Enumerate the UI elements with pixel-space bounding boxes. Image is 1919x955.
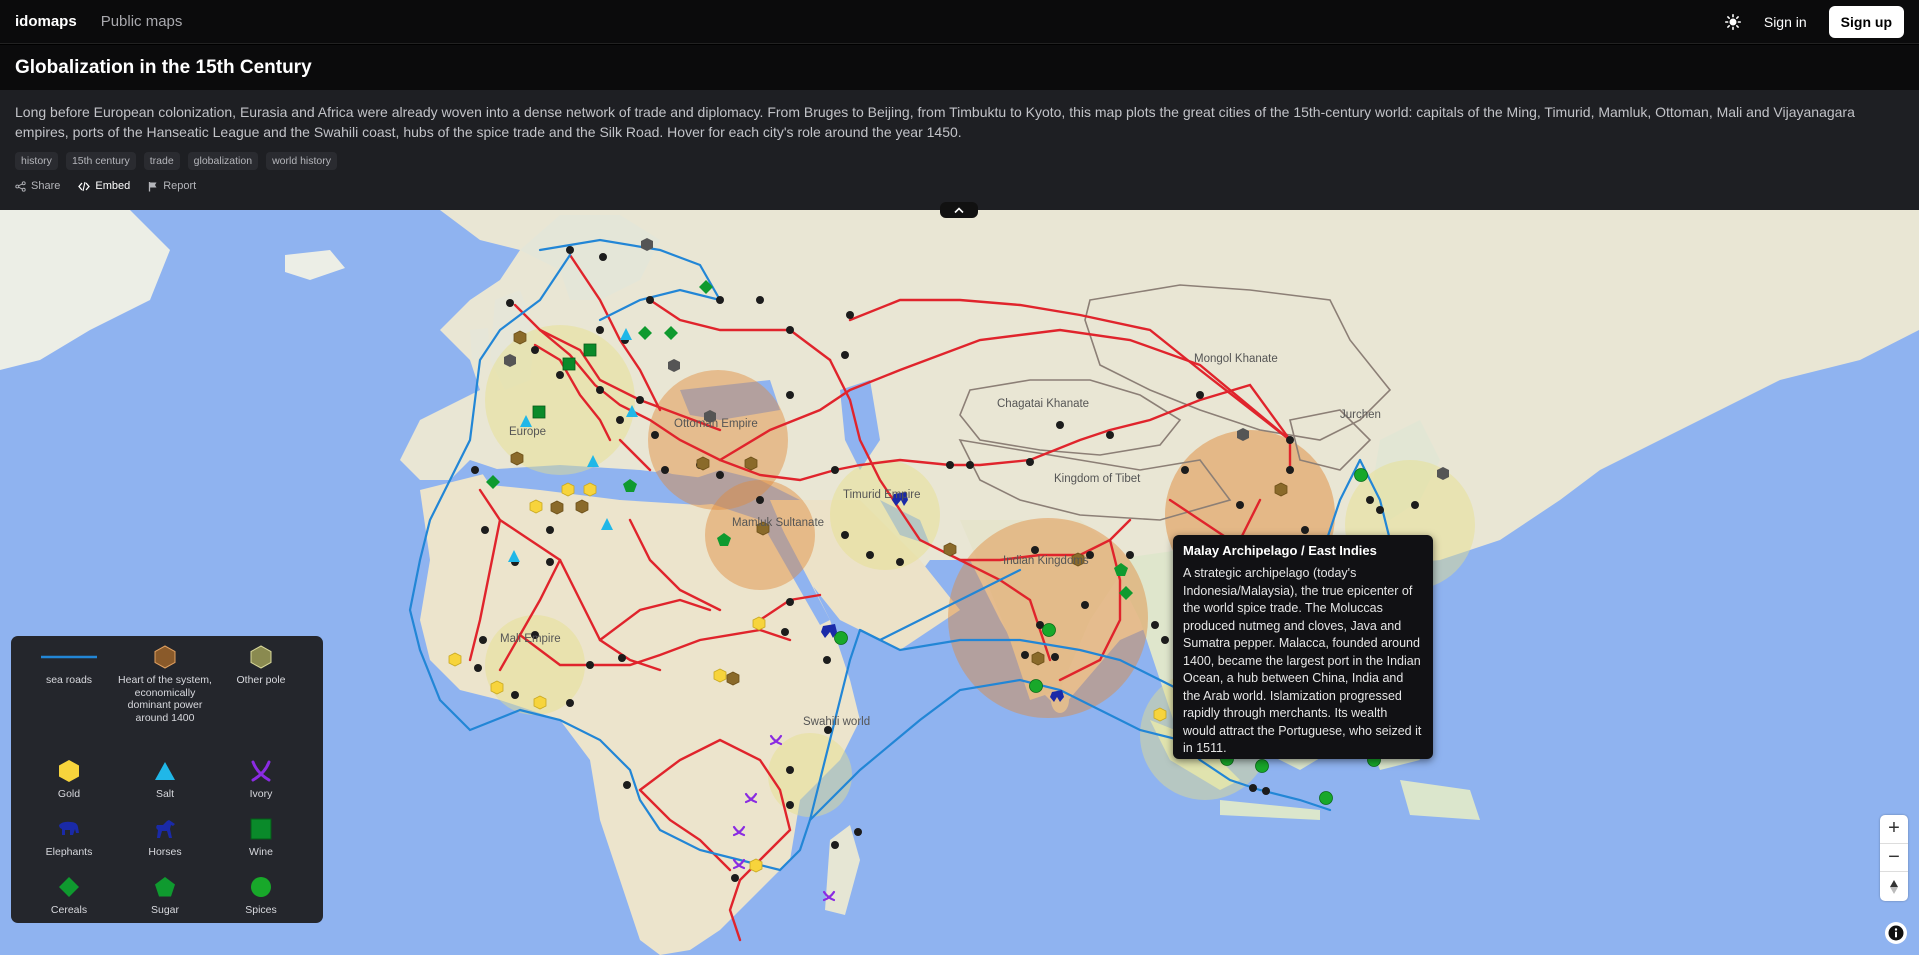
legend-ivory: Ivory [213,756,309,814]
horse-icon [156,820,175,838]
nav-public-maps[interactable]: Public maps [101,13,183,30]
sea-road-line-icon [41,655,97,659]
embed-label: Embed [95,180,131,192]
legend-salt: Salt [117,756,213,814]
tag-item[interactable]: globalization [187,152,259,170]
title-bar: Globalization in the 15th Century [0,45,1919,90]
info-icon [1888,925,1904,941]
label-mongol-khanate: Mongol Khanate [1194,353,1278,365]
map-description: Long before European colonization, Euras… [15,104,1855,140]
cereals-diamond-icon [59,877,79,897]
action-row: Share Embed Report [15,180,1904,192]
label-ottoman-empire: Ottoman Empire [674,418,758,430]
chevron-up-icon [954,207,964,214]
share-button[interactable]: Share [15,180,60,192]
share-icon [15,180,26,192]
legend-horses: Horses [117,814,213,872]
spices-circle-icon [251,877,271,897]
legend-other-pole: Other pole [213,642,309,756]
top-right-actions: Sign in Sign up [1724,5,1904,38]
reset-north-button[interactable] [1880,872,1908,901]
collapse-panel-button[interactable] [940,202,978,218]
tooltip-title: Malay Archipelago / East Indies [1183,543,1377,558]
ivory-tusks-icon [251,760,271,782]
legend-spices: Spices [213,872,309,930]
flag-icon [149,181,157,191]
label-jurchen: Jurchen [1340,409,1381,421]
elephant-icon [59,821,79,835]
wine-square-icon [250,818,272,840]
sign-in-link[interactable]: Sign in [1764,14,1807,30]
embed-button[interactable]: Embed [78,180,130,192]
legend-sea-roads: sea roads [21,642,117,756]
label-mali-empire: Mali Empire [500,633,561,645]
top-bar: idomaps Public maps Sign in Sign up [0,0,1919,44]
info-button[interactable] [1885,922,1907,944]
label-europe: Europe [509,426,547,438]
page-title: Globalization in the 15th Century [15,56,312,78]
label-indian-kingdoms: Indian Kingdoms [1003,555,1089,567]
brand-logo[interactable]: idomaps [15,13,77,30]
olive-hexagon-icon [250,645,272,669]
sign-up-button[interactable]: Sign up [1828,5,1904,38]
city-tooltip: Malay Archipelago / East Indies A strate… [1173,535,1433,759]
zoom-in-button[interactable]: + [1880,815,1908,844]
label-swahili-world: Swahili world [803,716,871,728]
brown-hexagon-icon [154,645,176,669]
report-button[interactable]: Report [148,180,196,192]
map-legend: sea roads Heart of the system, economica… [11,636,323,923]
legend-cereals: Cereals [21,872,117,930]
sugar-pentagon-icon [155,877,175,897]
label-mamluk-sultanate: Mamluk Sultanate [732,517,825,529]
tag-item[interactable]: world history [266,152,337,170]
description-panel: Long before European colonization, Euras… [0,90,1919,210]
sun-icon[interactable] [1724,13,1742,31]
legend-sugar: Sugar [117,872,213,930]
tag-item[interactable]: history [15,152,58,170]
report-label: Report [163,180,197,192]
code-icon [78,181,91,191]
tag-list: history 15th century trade globalization… [15,152,1904,170]
legend-wine: Wine [213,814,309,872]
zoom-out-button[interactable]: − [1880,844,1908,873]
legend-gold: Gold [21,756,117,814]
tag-item[interactable]: 15th century [65,152,136,170]
gold-hexagon-icon [59,760,79,782]
label-timurid-empire: Timurid Empire [843,489,921,501]
tag-item[interactable]: trade [143,152,180,170]
compass-icon [1890,879,1898,894]
salt-triangle-icon [155,762,175,780]
tooltip-body: A strategic archipelago (today's Indones… [1183,566,1422,755]
label-chagatai-khanate: Chagatai Khanate [997,398,1090,410]
label-kingdom-of-tibet: Kingdom of Tibet [1054,473,1141,485]
share-label: Share [31,180,61,192]
legend-elephants: Elephants [21,814,117,872]
zoom-controls: + − [1880,815,1908,901]
legend-heart: Heart of the system, economically domina… [117,642,213,756]
